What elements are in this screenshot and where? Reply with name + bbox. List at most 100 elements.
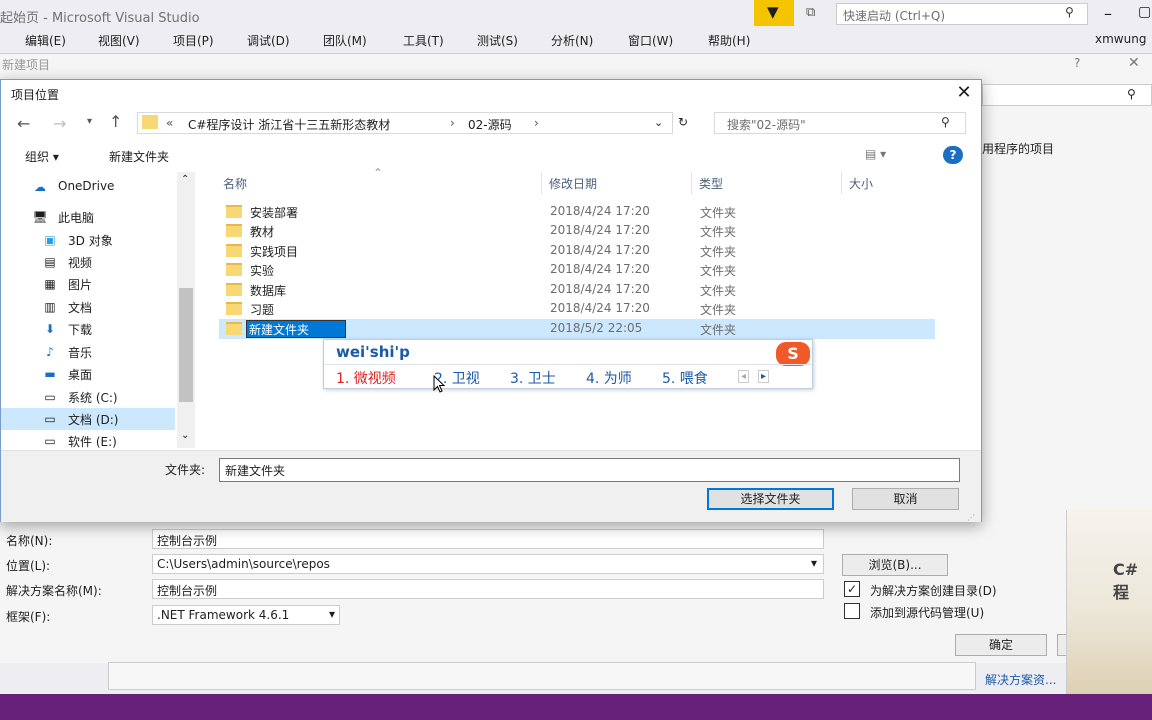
nav-scrollbar[interactable]: ⌃ ⌄ <box>177 172 195 448</box>
menu-debug[interactable]: 调试(D) <box>247 32 290 49</box>
forward-arrow-icon[interactable]: → <box>53 114 66 133</box>
create-dir-checkbox[interactable]: ✓ <box>844 581 860 597</box>
file-list: ⌃ 名称 修改日期 类型 大小 安装部署 2018/4/24 17:20 文件夹 教… <box>197 166 981 448</box>
recent-dropdown-icon[interactable]: ▾ <box>87 116 92 127</box>
location-field[interactable]: C:\Users\admin\source\repos ▾ <box>152 554 824 574</box>
add-source-checkbox[interactable] <box>844 603 860 619</box>
list-item[interactable]: 教材 2018/4/24 17:20 文件夹 <box>219 221 935 241</box>
item-name: 数据库 <box>250 284 287 298</box>
dropdown-icon: ▾ <box>328 607 335 621</box>
up-arrow-icon[interactable]: ↑ <box>109 112 122 131</box>
sort-indicator-icon: ⌃ <box>373 166 384 180</box>
new-folder-button[interactable]: 新建文件夹 <box>109 148 169 165</box>
ime-candidate[interactable]: 3. 卫士 <box>510 368 556 388</box>
organize-menu[interactable]: 组织 ▾ <box>25 148 59 165</box>
folder-search-input[interactable]: 搜索"02-源码" ⚲ <box>714 112 966 134</box>
item-date: 2018/4/24 17:20 <box>550 243 650 257</box>
list-item-selected[interactable]: 新建文件夹 2018/5/2 22:05 文件夹 <box>219 319 935 339</box>
view-options-icon[interactable]: ▤ ▾ <box>865 147 886 161</box>
notification-filter-icon[interactable]: ▼ <box>754 0 794 26</box>
item-date: 2018/4/24 17:20 <box>550 301 650 315</box>
nav-label: 此电脑 <box>58 211 95 225</box>
column-date[interactable]: 修改日期 <box>549 175 597 192</box>
list-item[interactable]: 实验 2018/4/24 17:20 文件夹 <box>219 260 935 280</box>
framework-select[interactable]: .NET Framework 4.6.1 ▾ <box>152 605 340 625</box>
column-size[interactable]: 大小 <box>849 175 873 192</box>
menu-window[interactable]: 窗口(W) <box>628 32 673 49</box>
menu-team[interactable]: 团队(M) <box>323 32 367 49</box>
template-search-input[interactable]: ⚲ <box>982 84 1152 106</box>
feedback-icon[interactable]: ⧉ <box>806 5 815 20</box>
nav-3d-objects[interactable]: ▣ 3D 对象 <box>1 229 175 251</box>
menu-edit[interactable]: 编辑(E) <box>25 32 66 49</box>
nav-label: 音乐 <box>68 346 93 360</box>
ok-button[interactable]: 确定 <box>955 634 1047 656</box>
nav-videos[interactable]: ▤ 视频 <box>1 251 175 273</box>
scroll-up-icon[interactable]: ⌃ <box>181 174 189 185</box>
minimize-icon[interactable]: – <box>1104 4 1112 23</box>
ime-candidate[interactable]: 4. 为师 <box>586 368 632 388</box>
back-arrow-icon[interactable]: ← <box>17 114 30 133</box>
pictures-icon: ▦ <box>44 277 56 291</box>
nav-drive-d[interactable]: ▭ 文档 (D:) <box>1 408 175 430</box>
folder-input[interactable]: 新建文件夹 <box>219 458 960 482</box>
resize-grip-icon[interactable]: ⋰ <box>967 513 975 522</box>
item-date: 2018/4/24 17:20 <box>550 262 650 276</box>
ime-prev-page-icon[interactable]: ◂ <box>738 370 750 383</box>
ime-candidate[interactable]: 1. 微视频 <box>336 368 396 388</box>
menu-analyze[interactable]: 分析(N) <box>551 32 593 49</box>
user-name[interactable]: xmwung <box>1095 32 1146 46</box>
list-item[interactable]: 安装部署 2018/4/24 17:20 文件夹 <box>219 202 935 222</box>
help-icon[interactable]: ? <box>943 146 963 164</box>
search-icon: ⚲ <box>941 115 950 129</box>
nav-drive-e[interactable]: ▭ 软件 (E:) <box>1 430 175 448</box>
list-item[interactable]: 实践项目 2018/4/24 17:20 文件夹 <box>219 241 935 261</box>
nav-this-pc[interactable]: 🖥 此电脑 <box>1 206 175 228</box>
column-type[interactable]: 类型 <box>699 175 723 192</box>
maximize-icon[interactable]: ▢ <box>1138 4 1151 20</box>
drive-icon: ▭ <box>44 434 56 448</box>
close-icon[interactable]: ✕ <box>953 82 975 104</box>
ime-candidate[interactable]: 5. 喂食 <box>662 368 708 388</box>
nav-downloads[interactable]: ⬇ 下载 <box>1 318 175 340</box>
menu-help[interactable]: 帮助(H) <box>708 32 750 49</box>
nav-pictures[interactable]: ▦ 图片 <box>1 273 175 295</box>
browse-button[interactable]: 浏览(B)... <box>842 554 948 576</box>
nav-music[interactable]: ♪ 音乐 <box>1 341 175 363</box>
dialog-toolbar: 组织 ▾ 新建文件夹 ▤ ▾ ? <box>1 142 981 172</box>
menu-view[interactable]: 视图(V) <box>98 32 140 49</box>
breadcrumb-source[interactable]: 02-源码 <box>468 116 512 133</box>
close-icon[interactable]: ✕ <box>1128 55 1140 71</box>
address-bar[interactable]: « C#程序设计 浙江省十三五新形态教材 › 02-源码 › ⌄ ↻ <box>137 112 688 134</box>
ime-next-page-icon[interactable]: ▸ <box>758 370 770 383</box>
refresh-icon[interactable]: ↻ <box>678 115 688 129</box>
nav-desktop[interactable]: ▬ 桌面 <box>1 363 175 385</box>
scroll-down-icon[interactable]: ⌄ <box>181 430 189 441</box>
list-item[interactable]: 习题 2018/4/24 17:20 文件夹 <box>219 299 935 319</box>
help-icon[interactable]: ? <box>1074 56 1080 70</box>
list-item[interactable]: 数据库 2018/4/24 17:20 文件夹 <box>219 280 935 300</box>
chevron-down-icon[interactable]: ⌄ <box>654 116 663 129</box>
solution-explorer-tab[interactable]: 解决方案资... <box>985 671 1056 688</box>
cloud-icon: ☁ <box>34 180 46 194</box>
nav-drive-c[interactable]: ▭ 系统 (C:) <box>1 386 175 408</box>
solution-name-field[interactable]: 控制台示例 <box>152 579 824 599</box>
nav-documents[interactable]: ▥ 文档 <box>1 296 175 318</box>
select-folder-button[interactable]: 选择文件夹 <box>707 488 834 510</box>
scrollbar-thumb[interactable] <box>179 288 193 402</box>
rename-input[interactable]: 新建文件夹 <box>246 320 346 338</box>
music-icon: ♪ <box>46 345 54 359</box>
menu-test[interactable]: 测试(S) <box>477 32 518 49</box>
column-name[interactable]: 名称 <box>223 175 247 192</box>
breadcrumb-book[interactable]: C#程序设计 浙江省十三五新形态教材 <box>188 116 390 133</box>
folder-icon <box>226 283 242 296</box>
nav-onedrive[interactable]: ☁ OneDrive <box>1 176 175 198</box>
cancel-button[interactable]: 取消 <box>852 488 959 510</box>
menu-tools[interactable]: 工具(T) <box>403 32 444 49</box>
item-type: 文件夹 <box>700 303 737 317</box>
name-field[interactable]: 控制台示例 <box>152 529 824 549</box>
breadcrumb-overflow[interactable]: « <box>166 116 173 130</box>
menu-project[interactable]: 项目(P) <box>173 32 214 49</box>
quick-launch-input[interactable]: 快速启动 (Ctrl+Q) ⚲ <box>836 3 1088 25</box>
name-label: 名称(N): <box>6 534 53 548</box>
